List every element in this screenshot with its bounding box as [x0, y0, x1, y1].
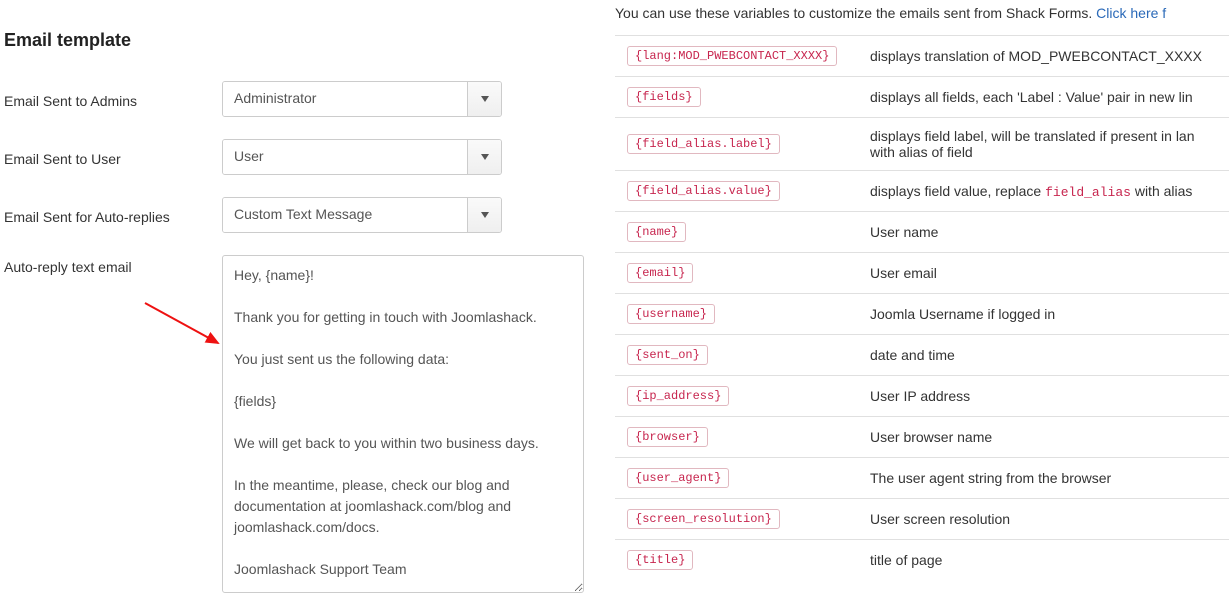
variable-code-cell: {sent_on}	[615, 335, 858, 376]
variable-code: {ip_address}	[627, 386, 729, 406]
table-row: {browser} User browser name	[615, 417, 1229, 458]
variable-code: {browser}	[627, 427, 708, 447]
variable-code: {title}	[627, 550, 693, 570]
variable-code-cell: {browser}	[615, 417, 858, 458]
table-row: {username} Joomla Username if logged in	[615, 294, 1229, 335]
table-row: {field_alias.label} displays field label,…	[615, 118, 1229, 171]
variable-description: displays field value, replace field_alia…	[858, 171, 1229, 212]
table-row: {title} title of page	[615, 540, 1229, 581]
chevron-down-icon	[467, 140, 501, 174]
variable-description: User screen resolution	[858, 499, 1229, 540]
variable-code-cell: {lang:MOD_PWEBCONTACT_XXXX}	[615, 36, 858, 77]
select-email-autoreplies-value: Custom Text Message	[223, 198, 467, 232]
variable-description: User email	[858, 253, 1229, 294]
table-row: {name} User name	[615, 212, 1229, 253]
variable-description: title of page	[858, 540, 1229, 581]
select-email-admins[interactable]: Administrator	[222, 81, 502, 117]
variable-code: {fields}	[627, 87, 701, 107]
section-title: Email template	[4, 30, 615, 51]
variable-description: User name	[858, 212, 1229, 253]
variable-code-cell: {username}	[615, 294, 858, 335]
chevron-down-icon	[467, 82, 501, 116]
variable-code: {user_agent}	[627, 468, 729, 488]
variable-code: {username}	[627, 304, 715, 324]
table-row: {ip_address} User IP address	[615, 376, 1229, 417]
variables-intro-text: You can use these variables to customize…	[615, 5, 1096, 21]
table-row: {screen_resolution} User screen resolutio…	[615, 499, 1229, 540]
label-email-user: Email Sent to User	[4, 147, 222, 167]
variable-code-cell: {field_alias.label}	[615, 118, 858, 171]
variable-description: Joomla Username if logged in	[858, 294, 1229, 335]
chevron-down-icon	[467, 198, 501, 232]
autoreply-textarea[interactable]	[222, 255, 584, 593]
variable-code-cell: {user_agent}	[615, 458, 858, 499]
select-email-user-value: User	[223, 140, 467, 174]
table-row: {field_alias.value} displays field value,…	[615, 171, 1229, 212]
variable-description: The user agent string from the browser	[858, 458, 1229, 499]
table-row: {user_agent} The user agent string from t…	[615, 458, 1229, 499]
table-row: {sent_on} date and time	[615, 335, 1229, 376]
variable-code: {field_alias.value}	[627, 181, 780, 201]
variable-code: {email}	[627, 263, 693, 283]
label-email-autoreplies: Email Sent for Auto-replies	[4, 205, 222, 225]
select-email-autoreplies[interactable]: Custom Text Message	[222, 197, 502, 233]
variable-code-cell: {field_alias.value}	[615, 171, 858, 212]
variable-code: {name}	[627, 222, 686, 242]
variable-code-cell: {screen_resolution}	[615, 499, 858, 540]
variable-description: User browser name	[858, 417, 1229, 458]
variable-description: date and time	[858, 335, 1229, 376]
label-email-admins: Email Sent to Admins	[4, 89, 222, 109]
variable-code-cell: {email}	[615, 253, 858, 294]
variable-description: displays field label, will be translated…	[858, 118, 1229, 171]
variable-description: displays all fields, each 'Label : Value…	[858, 77, 1229, 118]
variable-code: {sent_on}	[627, 345, 708, 365]
variable-code: {field_alias.label}	[627, 134, 780, 154]
select-email-admins-value: Administrator	[223, 82, 467, 116]
variable-code-cell: {title}	[615, 540, 858, 581]
variable-description: displays translation of MOD_PWEBCONTACT_…	[858, 36, 1229, 77]
variable-code-cell: {ip_address}	[615, 376, 858, 417]
variable-code-cell: {name}	[615, 212, 858, 253]
table-row: {email} User email	[615, 253, 1229, 294]
table-row: {lang:MOD_PWEBCONTACT_XXXX} displays tran…	[615, 36, 1229, 77]
variables-intro-link[interactable]: Click here f	[1096, 5, 1166, 21]
variable-code: {lang:MOD_PWEBCONTACT_XXXX}	[627, 46, 837, 66]
variables-table: {lang:MOD_PWEBCONTACT_XXXX} displays tran…	[615, 35, 1229, 580]
variable-code-cell: {fields}	[615, 77, 858, 118]
variable-code: {screen_resolution}	[627, 509, 780, 529]
variable-description: User IP address	[858, 376, 1229, 417]
select-email-user[interactable]: User	[222, 139, 502, 175]
table-row: {fields} displays all fields, each 'Label…	[615, 77, 1229, 118]
variables-intro: You can use these variables to customize…	[615, 5, 1229, 21]
label-autoreply-text: Auto-reply text email	[4, 255, 222, 275]
